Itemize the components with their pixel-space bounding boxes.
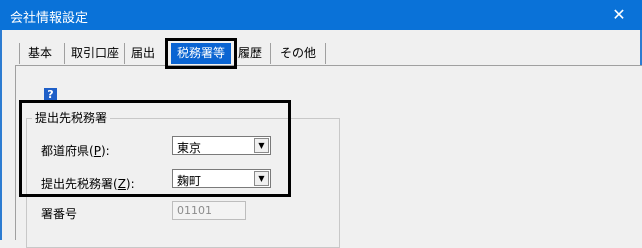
- title-bar: 会社情報設定 ✕: [0, 0, 642, 30]
- tab-tax-office[interactable]: 税務署等: [171, 43, 231, 64]
- close-button[interactable]: ✕: [596, 0, 642, 30]
- chevron-down-icon[interactable]: ▼: [254, 171, 269, 186]
- tax-office-label: 提出先税務署(Z):: [41, 177, 135, 191]
- group-title: 提出先税務署: [32, 109, 111, 126]
- tab-history-label: 履歴: [237, 46, 262, 60]
- tab-filing[interactable]: 届出: [124, 43, 161, 64]
- tab-other[interactable]: その他: [270, 43, 326, 64]
- close-icon: ✕: [612, 5, 626, 24]
- window-frame-left: [0, 30, 2, 240]
- window-title: 会社情報設定: [10, 11, 89, 26]
- tab-bank-account[interactable]: 取引口座: [64, 43, 125, 64]
- tab-bank-account-label: 取引口座: [70, 46, 119, 60]
- prefecture-value: 東京: [177, 141, 202, 155]
- office-number-label: 署番号: [41, 207, 78, 221]
- tax-office-select[interactable]: 麹町 ▼: [172, 169, 271, 188]
- help-icon[interactable]: ?: [44, 88, 57, 101]
- tab-filing-label: 届出: [130, 46, 155, 60]
- tax-office-value: 麹町: [177, 174, 202, 188]
- tab-basic[interactable]: 基本: [19, 43, 60, 64]
- prefecture-select[interactable]: 東京 ▼: [172, 136, 271, 155]
- tab-tax-office-label: 税務署等: [176, 46, 225, 60]
- office-number-field: 01101: [172, 201, 246, 220]
- tab-basic-label: 基本: [27, 46, 52, 60]
- chevron-down-icon[interactable]: ▼: [254, 138, 269, 153]
- prefecture-label: 都道府県(P):: [41, 144, 110, 158]
- tab-history[interactable]: 履歴: [235, 43, 265, 64]
- tab-other-label: その他: [279, 46, 316, 60]
